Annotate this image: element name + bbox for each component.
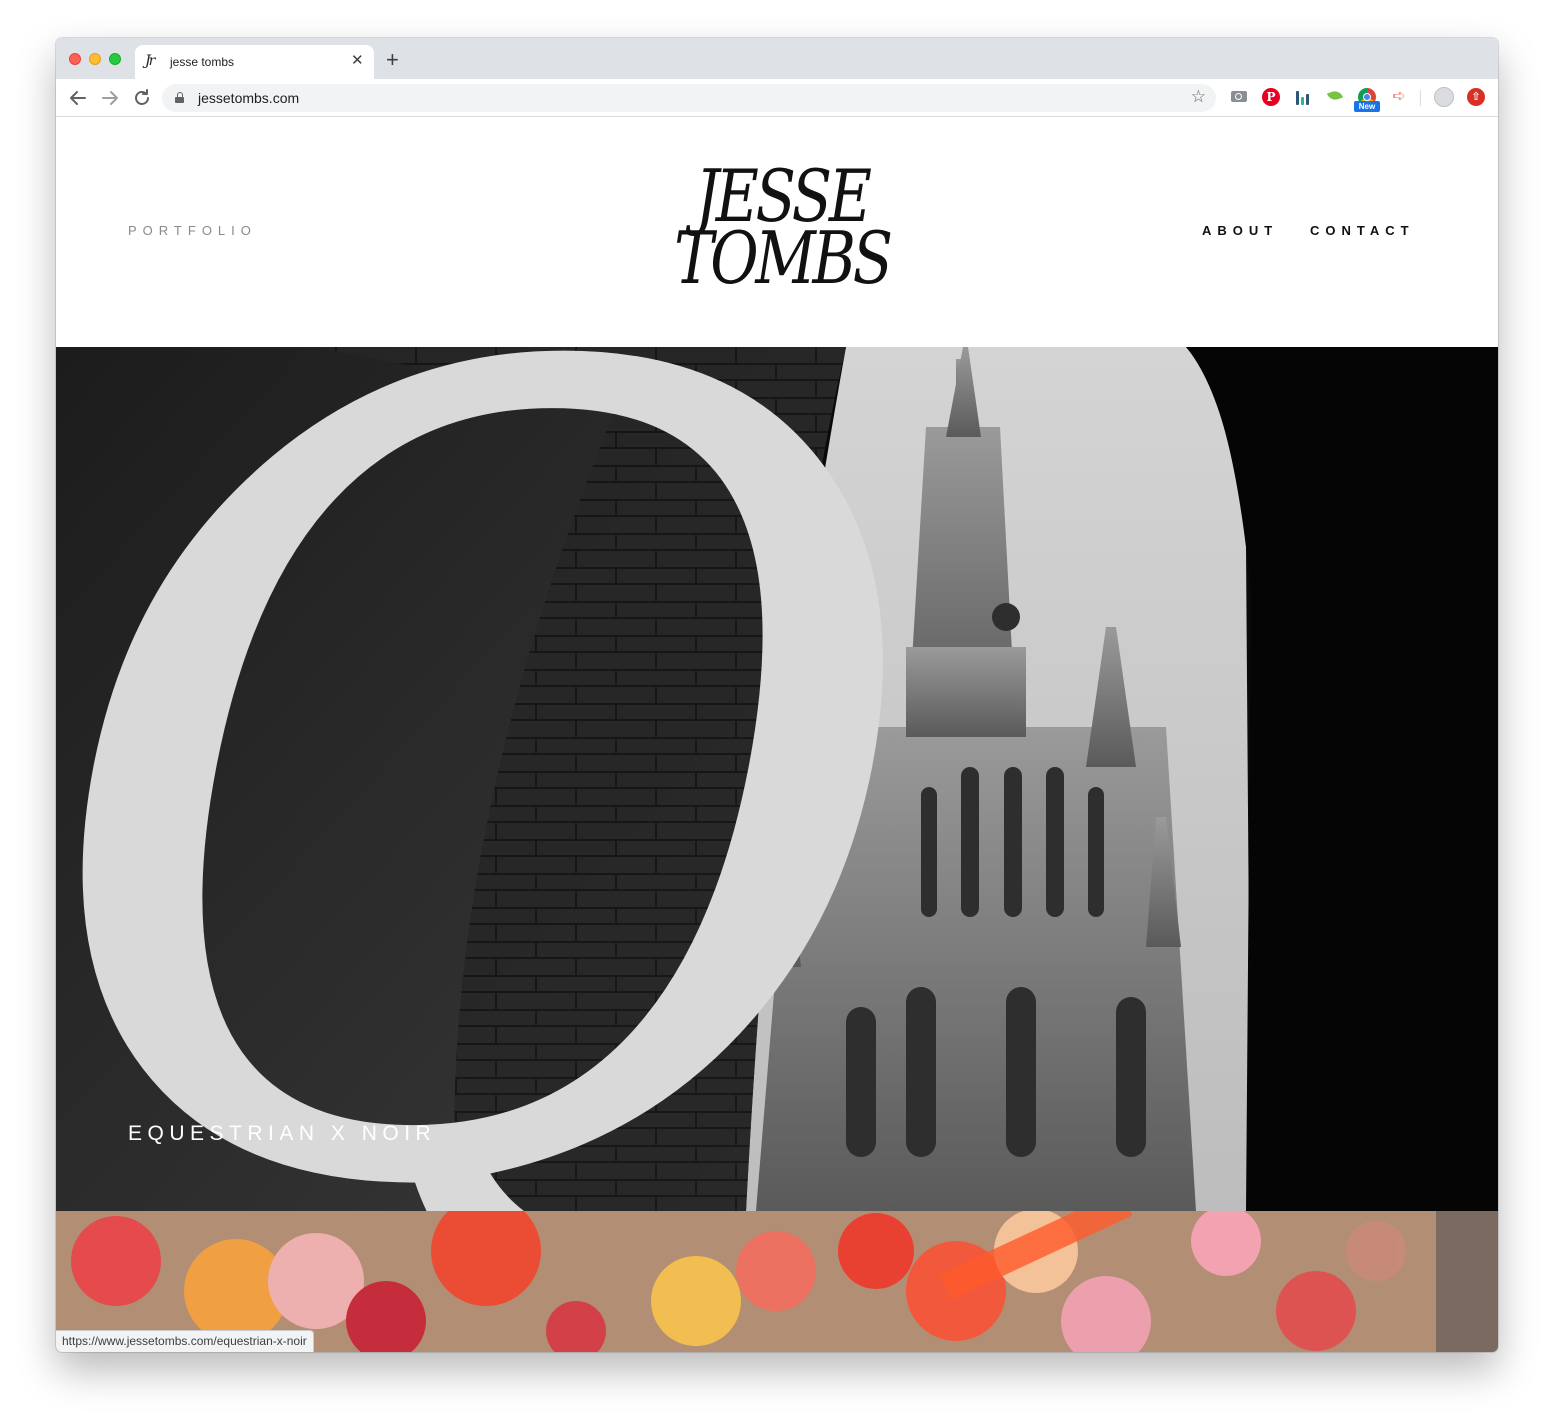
lock-icon[interactable] xyxy=(175,92,184,103)
new-badge: New xyxy=(1354,101,1380,112)
browser-window: Jr jesse tombs ✕ + jessetombs.com ☆ P Ne… xyxy=(56,38,1498,1352)
status-bar-url: https://www.jessetombs.com/equestrian-x-… xyxy=(56,1330,314,1352)
pinterest-icon[interactable]: P xyxy=(1262,88,1280,106)
url-text[interactable]: jessetombs.com xyxy=(198,90,299,106)
hero-gallery-item[interactable]: Q EQUESTRIAN X NOIR xyxy=(56,347,1498,1211)
tab-strip: Jr jesse tombs ✕ + xyxy=(56,38,1498,79)
site-favicon-icon: Jr xyxy=(145,53,155,69)
star-icon[interactable]: ☆ xyxy=(1191,87,1206,107)
logo-line-2: TOMBS xyxy=(674,216,893,291)
page-content: PORTFOLIO JESSE TOMBS ABOUT CONTACT Q EQ… xyxy=(56,117,1498,1352)
leaf-icon[interactable] xyxy=(1326,88,1344,106)
nav-link-contact[interactable]: CONTACT xyxy=(1310,223,1415,238)
nav-link-about[interactable]: ABOUT xyxy=(1202,223,1278,238)
back-arrow-icon[interactable] xyxy=(66,86,90,110)
browser-toolbar: jessetombs.com ☆ P New ➪ ⇧ xyxy=(56,79,1498,117)
hero-title[interactable]: EQUESTRIAN X NOIR xyxy=(128,1122,436,1146)
forward-arrow-icon[interactable] xyxy=(98,86,122,110)
bars-icon[interactable] xyxy=(1294,88,1312,106)
maximize-window-button[interactable] xyxy=(109,53,121,65)
update-icon[interactable]: ⇧ xyxy=(1467,88,1485,106)
tab-title: jesse tombs xyxy=(170,55,235,69)
tab-jesse-tombs[interactable]: Jr jesse tombs ✕ xyxy=(135,45,374,79)
nav-link-portfolio[interactable]: PORTFOLIO xyxy=(128,223,257,238)
close-tab-icon[interactable]: ✕ xyxy=(351,53,364,69)
hero-monogram: Q xyxy=(56,347,918,1211)
toolbar-separator xyxy=(1420,90,1421,106)
hero-photo: Q xyxy=(56,347,1498,1211)
close-window-button[interactable] xyxy=(69,53,81,65)
new-tab-button[interactable]: + xyxy=(386,49,399,71)
profile-icon[interactable] xyxy=(1434,87,1454,107)
site-header: PORTFOLIO JESSE TOMBS ABOUT CONTACT xyxy=(56,117,1498,347)
site-logo[interactable]: JESSE TOMBS xyxy=(637,165,927,291)
minimize-window-button[interactable] xyxy=(89,53,101,65)
reload-icon[interactable] xyxy=(130,86,154,110)
camera-icon[interactable] xyxy=(1230,88,1248,106)
arrow-right-icon[interactable]: ➪ xyxy=(1390,88,1408,106)
address-bar[interactable]: jessetombs.com ☆ xyxy=(162,84,1216,112)
